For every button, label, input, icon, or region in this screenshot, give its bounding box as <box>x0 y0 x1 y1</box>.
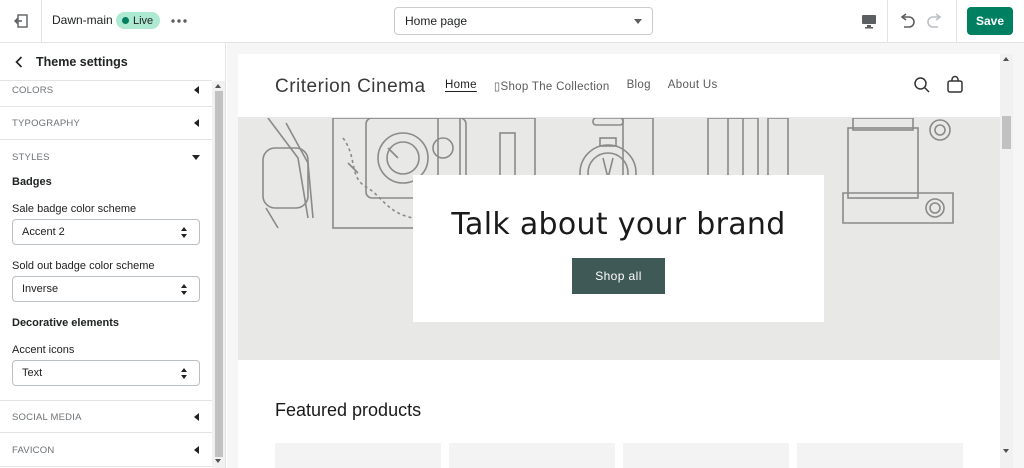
sale-badge-value: Accent 2 <box>22 226 65 238</box>
sidebar-title: Theme settings <box>36 55 128 69</box>
decorative-heading: Decorative elements <box>12 317 119 329</box>
undo-icon <box>900 13 915 28</box>
nav-shop-collection[interactable]: ▯Shop The Collection <box>494 79 610 93</box>
theme-name: Dawn-main <box>52 13 113 27</box>
section-favicon[interactable]: FAVICON <box>0 434 212 467</box>
accent-icons-select[interactable]: Text <box>12 360 200 386</box>
product-card[interactable] <box>797 443 963 468</box>
product-card[interactable] <box>449 443 615 468</box>
exit-icon <box>13 14 28 28</box>
store-header: Criterion Cinema Home ▯Shop The Collecti… <box>238 54 1000 118</box>
scroll-down-icon[interactable] <box>215 459 221 463</box>
section-typography[interactable]: TYPOGRAPHY <box>0 107 212 140</box>
section-favicon-label: FAVICON <box>12 445 55 456</box>
store-cart-button[interactable] <box>945 75 965 95</box>
soldout-badge-select[interactable]: Inverse <box>12 276 200 302</box>
hero-content-box: Talk about your brand Shop all <box>413 175 824 322</box>
scroll-down-icon[interactable] <box>1003 449 1009 453</box>
section-colors[interactable]: COLORS <box>0 74 212 107</box>
page-select[interactable]: Home page <box>394 7 653 35</box>
section-typography-label: TYPOGRAPHY <box>12 118 80 129</box>
product-card[interactable] <box>275 443 441 468</box>
undo-button[interactable] <box>896 10 918 32</box>
store-nav: Home ▯Shop The Collection Blog About Us <box>445 79 718 93</box>
store-preview: Criterion Cinema Home ▯Shop The Collecti… <box>238 54 1000 468</box>
section-social-media-label: SOCIAL MEDIA <box>12 412 82 423</box>
back-button[interactable] <box>12 54 26 70</box>
product-card[interactable] <box>623 443 789 468</box>
caret-left-icon <box>194 413 199 421</box>
caret-left-icon <box>194 119 199 127</box>
soldout-badge-label: Sold out badge color scheme <box>12 260 155 272</box>
store-search-button[interactable] <box>912 75 932 95</box>
hero-banner: Talk about your brand Shop all <box>238 118 1000 360</box>
badges-heading: Badges <box>12 176 52 188</box>
caret-down-icon <box>192 155 200 160</box>
desktop-icon <box>862 14 876 28</box>
sidebar-scroll-thumb[interactable] <box>215 91 223 457</box>
preview-scroll-thumb[interactable] <box>1002 116 1011 149</box>
caret-left-icon <box>194 86 199 94</box>
redo-button[interactable] <box>924 10 946 32</box>
select-arrows-icon <box>181 227 189 239</box>
accent-icons-value: Text <box>22 367 43 379</box>
cart-icon <box>947 75 963 93</box>
device-preview-button[interactable] <box>851 0 887 42</box>
shop-all-button[interactable]: Shop all <box>572 258 665 294</box>
nav-about-us[interactable]: About Us <box>668 79 718 93</box>
page-select-value: Home page <box>405 14 468 28</box>
live-badge: Live <box>116 12 161 29</box>
save-button[interactable]: Save <box>967 7 1013 35</box>
section-styles-label: STYLES <box>12 152 50 163</box>
live-dot-icon <box>122 17 129 24</box>
top-bar: Dawn-main Live Home page Save <box>0 0 1024 43</box>
select-arrows-icon <box>181 284 189 296</box>
section-styles[interactable]: STYLES <box>0 141 212 174</box>
nav-home[interactable]: Home <box>445 79 477 93</box>
live-badge-label: Live <box>133 14 154 27</box>
toolbar-divider <box>956 0 957 42</box>
section-colors-label: COLORS <box>12 85 54 96</box>
scroll-up-icon[interactable] <box>215 84 221 88</box>
caret-left-icon <box>194 446 199 454</box>
nav-blog[interactable]: Blog <box>627 79 651 93</box>
exit-button[interactable] <box>0 0 42 42</box>
more-icon <box>171 19 187 23</box>
more-actions-button[interactable] <box>168 12 190 30</box>
redo-icon <box>927 13 942 28</box>
toolbar-divider <box>887 0 888 42</box>
hero-heading: Talk about your brand <box>451 207 786 242</box>
scroll-up-icon[interactable] <box>1003 57 1009 61</box>
sale-badge-select[interactable]: Accent 2 <box>12 219 200 245</box>
search-icon <box>914 77 930 93</box>
soldout-badge-value: Inverse <box>22 283 59 295</box>
chevron-left-icon <box>15 56 23 68</box>
accent-icons-label: Accent icons <box>12 344 75 356</box>
featured-products-heading: Featured products <box>275 400 422 420</box>
chevron-down-icon <box>634 19 642 24</box>
select-arrows-icon <box>181 368 189 380</box>
store-logo[interactable]: Criterion Cinema <box>275 76 426 98</box>
theme-settings-sidebar: Theme settings COLORS TYPOGRAPHY STYLES … <box>0 43 226 468</box>
section-social-media[interactable]: SOCIAL MEDIA <box>0 400 212 433</box>
sale-badge-label: Sale badge color scheme <box>12 203 137 215</box>
